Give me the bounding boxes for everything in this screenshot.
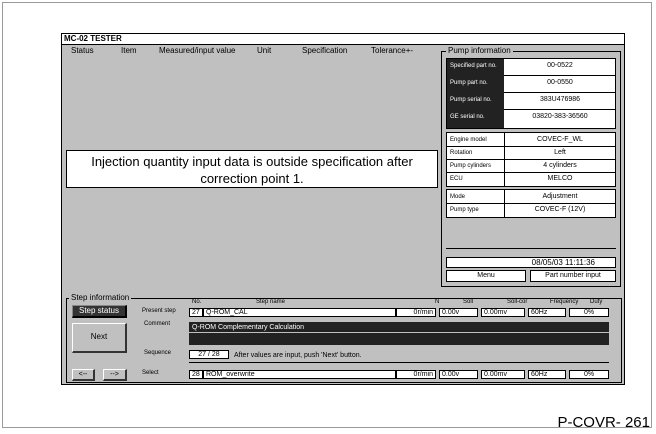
datetime-display: 08/05/03 11:11:36 — [446, 257, 616, 268]
pump-info-title: Pump information — [446, 46, 513, 55]
comment-text: Q-ROM Complementary Calculation — [192, 324, 305, 331]
next-step-button[interactable]: --> — [103, 369, 127, 381]
select-step-soll: 0.00v — [439, 370, 478, 379]
label-engine-model: Engine model — [450, 137, 487, 143]
value-specified-part: 00-0522 — [547, 62, 573, 69]
divider — [447, 146, 615, 147]
select-label: Select — [142, 370, 159, 376]
window-title: MC-02 TESTER — [62, 34, 624, 45]
previous-step-button[interactable]: <-- — [72, 369, 95, 381]
divider — [504, 109, 615, 110]
col-n: N — [435, 299, 440, 305]
column-item: Item — [121, 46, 137, 55]
value-engine-model: COVEC-F_WL — [537, 136, 583, 143]
divider — [189, 332, 609, 333]
value-mode: Adjustment — [542, 193, 578, 200]
present-step-label: Present step — [142, 308, 176, 314]
divider — [447, 203, 615, 204]
value-pump-serial: 383U476986 — [539, 96, 581, 103]
comment-box: Q-ROM Complementary Calculation — [189, 322, 609, 345]
select-step-no[interactable]: 28 — [189, 370, 203, 379]
next-button[interactable]: Next — [72, 323, 127, 353]
label-pump-type: Pump type — [450, 207, 479, 213]
present-step-soll: 0.00v — [439, 308, 478, 317]
hint-text: After values are input, push 'Next' butt… — [234, 352, 362, 359]
label-rotation: Rotation — [450, 150, 473, 156]
divider — [504, 92, 615, 93]
menu-button[interactable]: Menu — [446, 270, 526, 282]
column-tolerance: Tolerance+- — [371, 46, 414, 55]
engine-panel: Engine model COVEC-F_WL Rotation Left Pu… — [446, 132, 616, 187]
col-no: No. — [192, 299, 202, 305]
col-soll: Soll — [463, 299, 474, 305]
value-pump-cylinders: 4 cylinders — [543, 162, 577, 169]
mode-panel: Mode Adjustment Pump type COVEC-F (12V) — [446, 189, 616, 218]
label-mode: Mode — [450, 194, 466, 200]
value-pump-part: 00-0550 — [547, 79, 573, 86]
column-unit: Unit — [257, 46, 272, 55]
label-ecu: ECU — [450, 176, 463, 182]
sequence-label: Sequence — [144, 350, 172, 356]
divider — [504, 75, 615, 76]
value-pump-type: COVEC-F (12V) — [534, 206, 586, 213]
comment-label: Comment — [144, 321, 171, 327]
col-frequency: Frequency — [550, 299, 579, 305]
select-step-name[interactable]: ROM_overwrite — [203, 370, 396, 379]
column-measured: Measured/input value — [159, 46, 236, 55]
label-pump-part: Pump part no. — [450, 80, 488, 86]
label-specified-part: Specified part no. — [450, 63, 497, 69]
select-step-frequency: 60Hz — [528, 370, 566, 379]
col-duty: Duty — [590, 299, 603, 305]
col-step-name: Step name — [256, 299, 286, 305]
label-ge-serial: GE serial no. — [450, 114, 485, 120]
figure-code: P-COVR- 261 — [557, 414, 650, 431]
value-rotation: Left — [554, 149, 566, 156]
divider — [446, 248, 616, 249]
divider — [447, 172, 615, 173]
select-step-soll-cor: 0.00mv — [481, 370, 525, 379]
divider — [189, 362, 609, 363]
present-step-duty: 0% — [569, 308, 609, 317]
label-pump-cylinders: Pump cylinders — [450, 163, 492, 169]
present-step-soll-cor: 0.00mv — [481, 308, 525, 317]
present-step-no: 27 — [189, 308, 203, 317]
tester-window: MC-02 TESTER Status Item Measured/input … — [61, 33, 625, 385]
value-ge-serial: 03820-383-36560 — [532, 113, 588, 120]
select-step-duty: 0% — [569, 370, 609, 379]
col-soll-cor: Soll-cor — [507, 299, 528, 305]
column-specification: Specification — [302, 46, 348, 55]
label-pump-serial: Pump serial no. — [450, 97, 492, 103]
step-info-title: Step information — [69, 293, 132, 302]
present-step-n: 0r/min — [396, 308, 436, 317]
select-step-n: 0r/min — [396, 370, 436, 379]
sequence-value: 27 / 28 — [189, 350, 229, 359]
column-status: Status — [71, 46, 94, 55]
present-step-name: Q-ROM_CAL — [203, 308, 396, 317]
step-status-button[interactable]: Step status — [72, 305, 127, 318]
pump-id-panel: Specified part no. 00-0522 Pump part no.… — [446, 58, 616, 129]
divider — [447, 159, 615, 160]
error-message: Injection quantity input data is outside… — [66, 150, 438, 188]
present-step-frequency: 60Hz — [528, 308, 566, 317]
part-number-input-button[interactable]: Part number input — [530, 270, 616, 282]
value-ecu: MELCO — [547, 175, 573, 182]
